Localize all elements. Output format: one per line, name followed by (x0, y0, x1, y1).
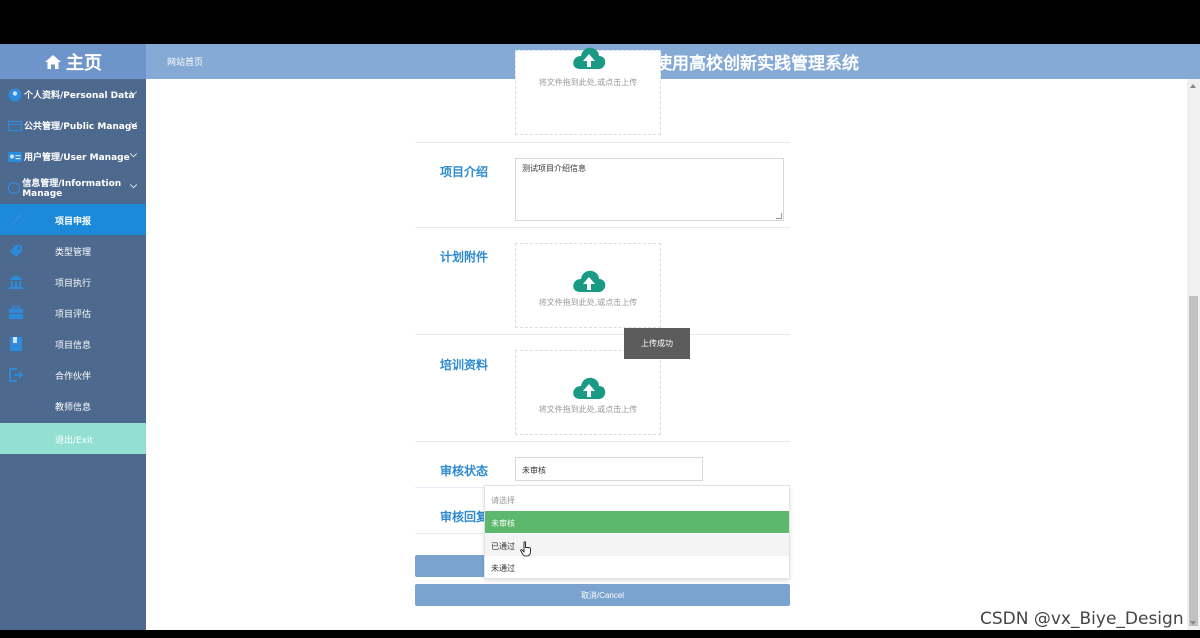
sidebar-item-partner[interactable]: 合作伙伴 (0, 359, 146, 390)
sidebar-item-project-apply[interactable]: 项目申报 (0, 204, 146, 235)
divider (415, 227, 790, 228)
sidebar-item-label: 项目信息 (55, 341, 92, 351)
divider (415, 142, 790, 143)
chevron-down-icon: ⌵ (130, 150, 137, 160)
logout-icon (9, 368, 24, 382)
hand-cursor-icon (520, 541, 531, 557)
dropdown-option-rejected[interactable]: 未通过 (485, 556, 789, 578)
sidebar-group-label: 用户管理/User Manage (24, 153, 130, 163)
scroll-up-arrow-icon[interactable] (1190, 84, 1196, 88)
dropdown-option-pending[interactable]: 未审核 (485, 511, 789, 533)
vertical-scrollbar[interactable] (1187, 79, 1200, 630)
resize-grip[interactable] (776, 213, 782, 219)
intro-label: 项目介绍 (440, 165, 489, 179)
chevron-down-icon: ⌵ (130, 181, 137, 191)
sidebar-item-project-exec[interactable]: 项目执行 (0, 266, 146, 297)
upload-box-top[interactable]: 将文件拖到此处,或点击上传 (515, 47, 661, 135)
sidebar-item-teacher-info[interactable]: 教师信息 (0, 390, 146, 421)
upload-success-toast: 上传成功 (624, 328, 690, 359)
home-icon (45, 54, 61, 69)
scroll-down-arrow-icon[interactable] (1190, 621, 1196, 625)
divider (415, 441, 790, 442)
chevron-down-icon: ⌵ (130, 119, 137, 129)
cloud-upload-icon (573, 47, 606, 69)
cancel-button[interactable]: 取消/Cancel (415, 584, 790, 606)
review-status-value: 未审核 (522, 466, 546, 475)
dropdown-option-placeholder[interactable]: 请选择 (485, 488, 789, 510)
intro-value: 测试项目介绍信息 (522, 164, 586, 173)
app-window: 主页 网站首页 欢迎使用高校创新实践管理系统 个人资料/Personal Dat… (0, 44, 1200, 630)
sidebar-item-project-eval[interactable]: 项目评估 (0, 297, 146, 328)
tag-icon (10, 245, 22, 257)
upload-hint: 将文件拖到此处,或点击上传 (538, 298, 638, 307)
card-icon (8, 119, 22, 133)
training-material-label: 培训资料 (440, 358, 489, 372)
sidebar-item-project-info[interactable]: 项目信息 (0, 328, 146, 359)
review-reply-label: 审核回复 (440, 510, 489, 524)
sidebar-item-label: 类型管理 (55, 248, 92, 258)
sidebar-item-type-manage[interactable]: 类型管理 (0, 235, 146, 266)
id-card-icon (8, 150, 22, 164)
bottom-bar (0, 630, 1200, 638)
chevron-down-icon: ⌵ (130, 88, 137, 98)
sidebar-group-personal-data[interactable]: 个人资料/Personal Data ⌵ (0, 79, 146, 110)
sidebar-group-user-manage[interactable]: 用户管理/User Manage ⌵ (0, 141, 146, 172)
submit-button[interactable] (415, 555, 485, 577)
cloud-upload-icon (573, 270, 606, 292)
info-icon (8, 181, 21, 195)
upload-hint: 将文件拖到此处,或点击上传 (538, 405, 638, 414)
status-dropdown-menu: 请选择 未审核 已通过 未通过 (484, 485, 790, 579)
upload-hint: 将文件拖到此处,或点击上传 (538, 78, 638, 87)
plan-upload-box[interactable]: 将文件拖到此处,或点击上传 (515, 243, 661, 328)
review-status-label: 审核状态 (440, 464, 489, 478)
watermark: CSDN @vx_Biye_Design (980, 609, 1184, 629)
briefcase-icon (9, 305, 23, 319)
intro-textarea[interactable]: 测试项目介绍信息 (515, 158, 784, 221)
sidebar-item-label: 项目申报 (55, 217, 92, 227)
site-home-link[interactable]: 网站首页 (167, 55, 203, 68)
sidebar-item-label: 退出/Exit (55, 436, 94, 446)
sidebar-item-label: 项目评估 (55, 310, 92, 320)
sidebar-item-label: 教师信息 (55, 403, 92, 413)
sidebar-item-label: 项目执行 (55, 279, 92, 289)
sidebar-group-information-manage[interactable]: 信息管理/Information Manage ⌵ (0, 172, 146, 203)
training-upload-box[interactable]: 将文件拖到此处,或点击上传 (515, 350, 661, 435)
person-circle-icon (8, 88, 22, 102)
bank-icon (9, 275, 23, 289)
cloud-upload-icon (573, 377, 606, 399)
plan-attachment-label: 计划附件 (440, 250, 489, 264)
home-label: 主页 (66, 52, 102, 74)
scrollbar-thumb[interactable] (1189, 296, 1198, 626)
sidebar-group-label: 公共管理/Public Manage (24, 122, 138, 132)
sidebar-group-label: 个人资料/Personal Data (24, 91, 135, 101)
divider (415, 334, 790, 335)
sidebar-group-label: 信息管理/Information Manage (22, 179, 122, 199)
sidebar-group-public-manage[interactable]: 公共管理/Public Manage ⌵ (0, 110, 146, 141)
book-icon (10, 337, 22, 351)
sidebar: 个人资料/Personal Data ⌵ 公共管理/Public Manage … (0, 79, 146, 630)
home-button[interactable]: 主页 (0, 44, 146, 79)
sidebar-item-label: 合作伙伴 (55, 372, 92, 382)
wand-icon (10, 214, 22, 226)
sidebar-item-exit[interactable]: 退出/Exit (0, 423, 146, 454)
review-status-select[interactable]: 未审核 (515, 457, 703, 481)
